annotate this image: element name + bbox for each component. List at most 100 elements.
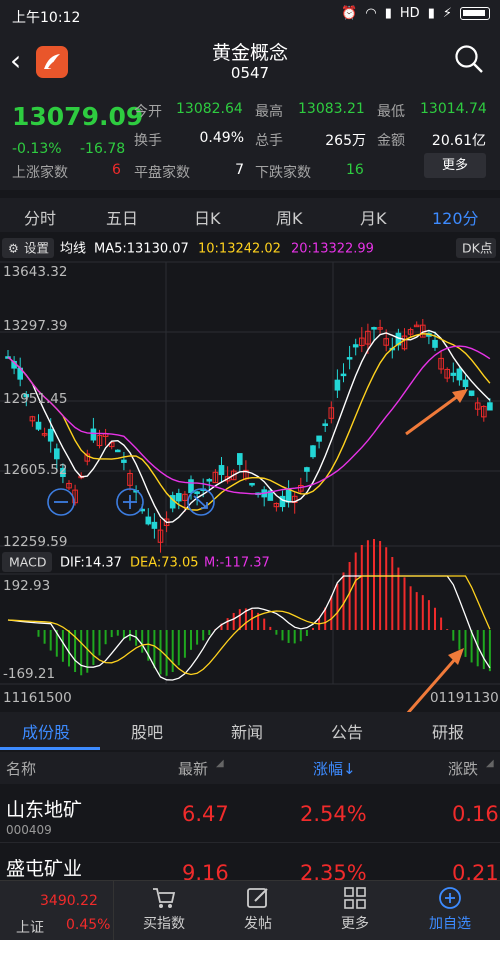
candle-body <box>340 373 347 377</box>
post-label: 发帖 <box>244 916 272 932</box>
period-tab-monthly[interactable]: 月K <box>360 205 387 229</box>
current-price: 13079.09 <box>12 102 144 131</box>
macd-m: M:-117.37 <box>204 556 270 571</box>
stock-code: 0547 <box>230 64 270 82</box>
stock-latest: 6.47 <box>182 802 229 826</box>
up-count-label: 上涨家数 <box>12 165 68 181</box>
y-tick-3: 12951.45 <box>3 391 67 407</box>
candle-body <box>450 372 457 376</box>
content-tabs: 成份股 股吧 新闻 公告 研报 <box>0 712 500 750</box>
col-change-pct[interactable]: 涨幅↓ <box>313 758 356 779</box>
macd-top-tick: 192.93 <box>3 578 50 594</box>
col-change[interactable]: 涨跌 <box>448 758 478 779</box>
period-tabs: 分时 五日 日K 周K 月K 120分 <box>0 198 500 232</box>
period-tab-intraday[interactable]: 分时 <box>24 205 56 229</box>
candle-body <box>35 421 42 430</box>
candle-body <box>487 402 493 411</box>
candle-body <box>249 482 255 486</box>
tab-constituents[interactable]: 成份股 <box>22 719 70 743</box>
stock-code: 000409 <box>6 823 52 837</box>
candle-body <box>145 516 152 525</box>
kline-chart-area[interactable]: ⚙ 设置 均线 MA5:13130.07 10:13242.02 20:1332… <box>0 234 500 723</box>
index-name: 上证 <box>16 920 44 936</box>
tab-announcements[interactable]: 公告 <box>331 719 363 743</box>
candle-body <box>371 327 377 330</box>
candle-body <box>206 479 213 482</box>
tab-research[interactable]: 研报 <box>432 719 464 743</box>
candle-body <box>310 445 316 458</box>
high-value: 13083.21 <box>298 101 365 117</box>
tab-forum[interactable]: 股吧 <box>131 719 163 743</box>
period-tab-120min[interactable]: 120分 <box>432 205 479 229</box>
sort-icon: ◢ <box>216 758 224 769</box>
amount-label: 金额 <box>377 133 405 149</box>
sort-icon-2: ◢ <box>486 758 494 769</box>
low-label: 最低 <box>377 104 405 120</box>
wifi-icon: ◠ <box>365 6 377 21</box>
more-button[interactable]: 更多 <box>424 153 486 178</box>
stock-name: 山东地矿 <box>6 799 83 821</box>
status-icons: ⏰ ◠ ▮ HD ▮ ⚡ <box>341 6 490 21</box>
candle-body <box>432 339 438 348</box>
volume-value: 265万 <box>325 133 366 149</box>
active-tab-indicator <box>0 747 100 750</box>
index-pct: 0.45% <box>66 917 111 933</box>
col-name[interactable]: 名称 <box>6 758 36 779</box>
table-row[interactable]: 山东地矿 000409 6.47 2.54% 0.16 <box>0 785 500 843</box>
charging-icon: ⚡ <box>442 6 452 21</box>
flat-count: 7 <box>235 162 244 178</box>
y-tick-2: 13297.39 <box>3 318 67 334</box>
col-latest[interactable]: 最新 <box>178 758 208 779</box>
candle-body <box>334 379 341 391</box>
stock-name: 盛屯矿业 <box>6 858 83 880</box>
open-value: 13082.64 <box>176 101 243 117</box>
change-value: -16.78 <box>80 141 126 157</box>
add-watchlist-button[interactable]: 加自选 <box>400 885 500 933</box>
header: ‹ 黄金概念 0547 <box>0 30 500 92</box>
candle-body <box>322 423 328 426</box>
buy-index-button[interactable]: 买指数 <box>114 885 214 933</box>
plus-circle-icon <box>439 887 461 909</box>
date-end: 01191130 <box>430 690 499 706</box>
candle-body <box>352 344 359 348</box>
candle-body <box>468 390 475 396</box>
y-tick-1: 13643.32 <box>3 264 67 280</box>
low-value: 13014.74 <box>420 101 487 117</box>
up-count: 6 <box>112 162 121 178</box>
candle-body <box>279 495 286 508</box>
alarm-icon: ⏰ <box>341 6 358 21</box>
candle-body <box>54 448 60 460</box>
add-watchlist-label: 加自选 <box>429 916 471 932</box>
more-menu-button[interactable]: 更多 <box>305 885 405 933</box>
y-tick-4: 12605.52 <box>3 462 67 478</box>
flat-count-label: 平盘家数 <box>134 165 190 181</box>
search-icon[interactable] <box>454 44 484 74</box>
candle-body <box>90 428 97 441</box>
candle-body <box>188 479 194 494</box>
tab-news[interactable]: 新闻 <box>231 719 263 743</box>
candle-body <box>316 435 322 442</box>
down-count: 16 <box>346 162 364 178</box>
turnover-value: 0.49% <box>199 130 244 146</box>
candle-body <box>47 428 54 442</box>
settings-label: 设置 <box>24 241 49 256</box>
turnover-label: 换手 <box>134 133 162 149</box>
candle-body <box>462 379 469 388</box>
cart-icon <box>153 888 176 908</box>
ma20-value: 20:13322.99 <box>291 242 374 257</box>
high-label: 最高 <box>255 104 283 120</box>
post-button[interactable]: 发帖 <box>208 885 308 933</box>
quote-panel: 13079.09 -0.13% -16.78 上涨家数 6 今开 13082.6… <box>0 92 500 190</box>
period-tab-daily[interactable]: 日K <box>194 205 221 229</box>
candle-body <box>218 465 225 476</box>
signal-icon: ▮ <box>384 6 392 21</box>
period-tab-5day[interactable]: 五日 <box>106 205 138 229</box>
network-type: HD <box>399 6 420 21</box>
grid-icon <box>344 887 366 909</box>
index-ticker[interactable]: 3490.22 上证 0.45% <box>0 881 114 941</box>
down-count-label: 下跌家数 <box>255 165 311 181</box>
list-header: 名称 最新 ◢ 涨幅↓ 涨跌 ◢ <box>0 752 500 784</box>
period-tab-weekly[interactable]: 周K <box>276 205 303 229</box>
amount-value: 20.61亿 <box>431 133 486 149</box>
more-menu-label: 更多 <box>341 916 369 932</box>
